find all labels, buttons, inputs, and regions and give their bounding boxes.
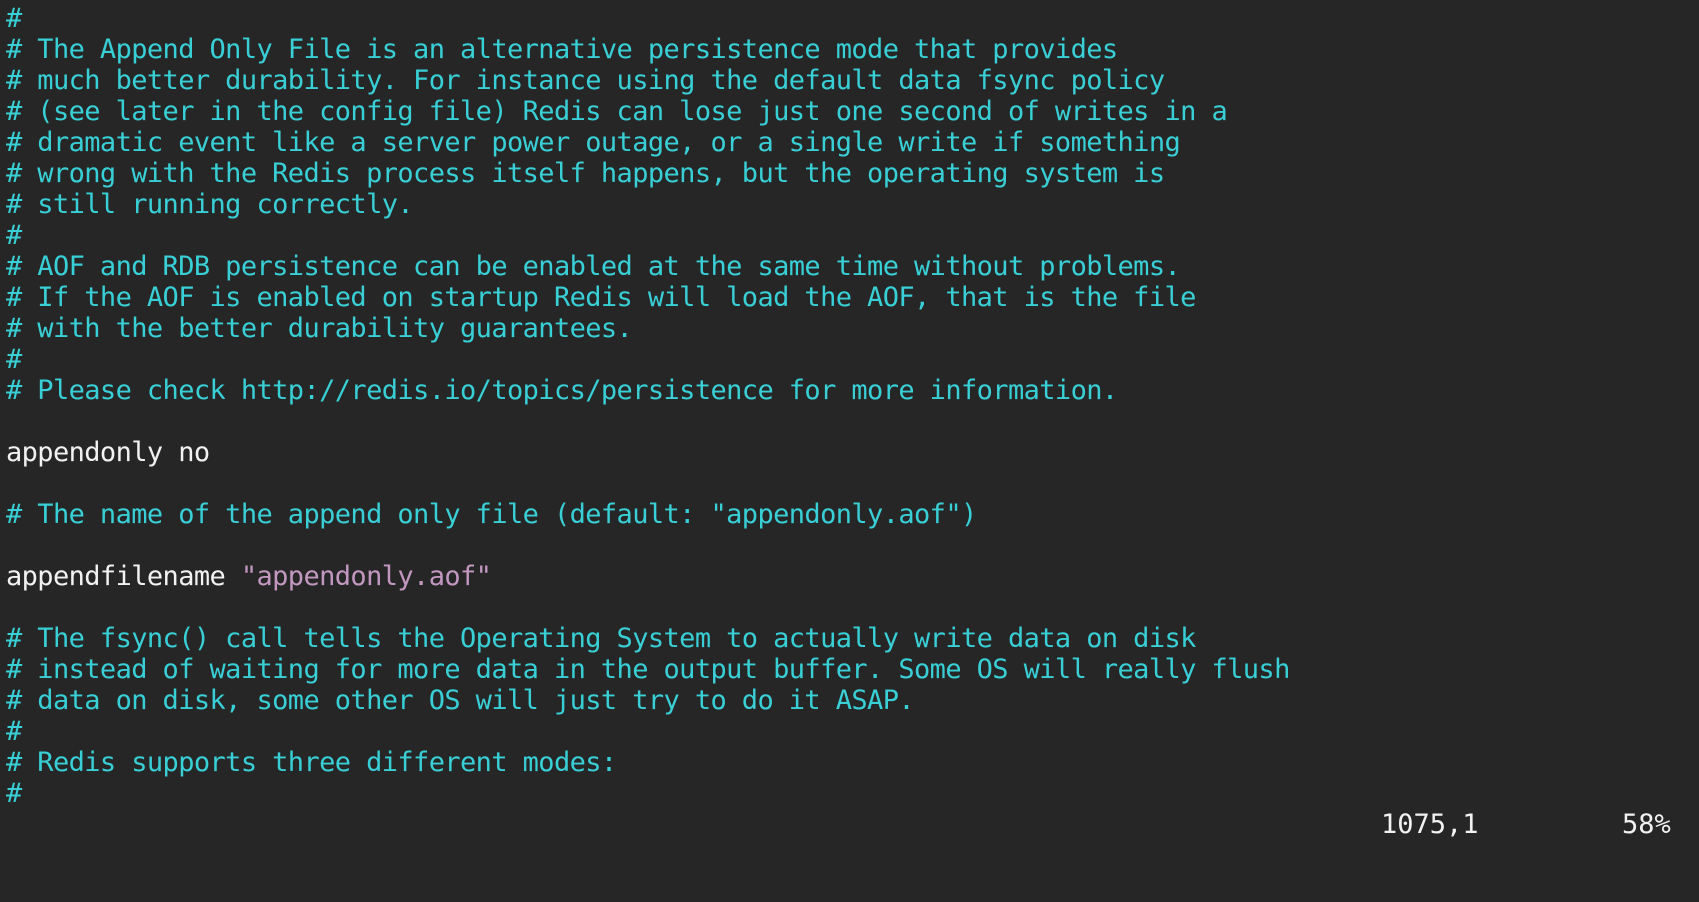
directive-value: no bbox=[178, 437, 210, 468]
comment-line: # much better durability. For instance u… bbox=[6, 65, 1165, 96]
editor-buffer[interactable]: # # The Append Only File is an alternativ… bbox=[6, 3, 1696, 809]
directive-key: appendonly bbox=[6, 437, 163, 468]
config-directive-line: appendfilename "appendonly.aof" bbox=[6, 561, 1696, 592]
comment-line: # Please check http://redis.io/topics/pe… bbox=[6, 375, 1118, 406]
comment-line: # with the better durability guarantees. bbox=[6, 313, 633, 344]
comment-line: # still running correctly. bbox=[6, 189, 414, 220]
directive-string-value: "appendonly.aof" bbox=[240, 561, 492, 592]
comment-line: # If the AOF is enabled on startup Redis… bbox=[6, 282, 1196, 313]
comment-line: # bbox=[6, 3, 22, 34]
comment-line: # bbox=[6, 778, 22, 809]
comment-line: # (see later in the config file) Redis c… bbox=[6, 96, 1228, 127]
comment-line: # bbox=[6, 220, 22, 251]
directive-key: appendfilename bbox=[6, 561, 226, 592]
comment-line: # wrong with the Redis process itself ha… bbox=[6, 158, 1165, 189]
cursor-position: 1075,1 bbox=[1381, 809, 1479, 840]
comment-line: # The fsync() call tells the Operating S… bbox=[6, 623, 1196, 654]
comment-line: # instead of waiting for more data in th… bbox=[6, 654, 1290, 685]
status-line: 1075,1 58% bbox=[0, 809, 1699, 840]
comment-line: # bbox=[6, 716, 22, 747]
comment-line: # dramatic event like a server power out… bbox=[6, 127, 1181, 158]
comment-line: # Redis supports three different modes: bbox=[6, 747, 617, 778]
config-directive-line: appendonly no bbox=[6, 437, 1696, 468]
comment-line: # data on disk, some other OS will just … bbox=[6, 685, 915, 716]
comment-line: # The name of the append only file (defa… bbox=[6, 499, 977, 530]
scroll-percent: 58% bbox=[1622, 809, 1671, 840]
comment-line: # AOF and RDB persistence can be enabled… bbox=[6, 251, 1181, 282]
comment-line: # The Append Only File is an alternative… bbox=[6, 34, 1118, 65]
comment-line: # bbox=[6, 344, 22, 375]
